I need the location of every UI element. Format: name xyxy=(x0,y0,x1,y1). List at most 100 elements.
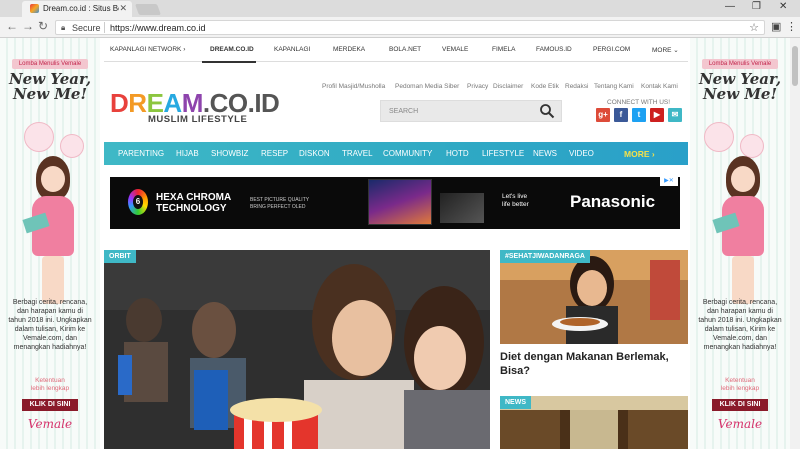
cinema-audience-image xyxy=(104,250,490,449)
network-nav-item[interactable]: MERDEKA xyxy=(333,46,365,53)
top-link[interactable]: Pedoman Media Siber xyxy=(395,83,459,90)
category-item[interactable]: NEWS xyxy=(533,149,557,158)
email-icon[interactable]: ✉ xyxy=(668,108,682,122)
ad-body-text: Berbagi cerita, rencana, dan harapan kam… xyxy=(698,299,782,351)
network-nav-item[interactable]: BOLA.NET xyxy=(389,46,421,53)
tab-title: Dream.co.id : Situs Berita xyxy=(43,4,119,13)
search-icon[interactable] xyxy=(539,103,555,119)
category-item[interactable]: HOTD xyxy=(446,149,469,158)
tv-image xyxy=(368,179,432,225)
browser-tab[interactable]: Dream.co.id : Situs Berita ✕ xyxy=(22,1,132,17)
logo-letter: R xyxy=(128,88,147,118)
network-nav-item[interactable]: FAMOUS.ID xyxy=(536,46,572,53)
reload-icon[interactable]: ↻ xyxy=(38,19,48,33)
article-card-image[interactable]: NEWS xyxy=(500,396,688,449)
article-title[interactable]: Diet dengan Makanan Berlemak, Bisa? xyxy=(500,350,688,378)
scrollbar-thumb[interactable] xyxy=(792,46,798,86)
minimize-icon[interactable]: — xyxy=(725,1,735,12)
top-link[interactable]: Privacy xyxy=(467,83,488,90)
youtube-icon[interactable]: ▶ xyxy=(650,108,664,122)
maximize-icon[interactable]: ❐ xyxy=(752,1,761,12)
six-color-badge-icon: 6 xyxy=(128,189,148,215)
category-item[interactable]: DISKON xyxy=(299,149,330,158)
ad-headline: New Year, New Me! xyxy=(698,70,782,103)
ad-cta-button[interactable]: KLIK DI SINI xyxy=(22,399,78,411)
ad-terms-link[interactable]: Ketentuan lebih lengkap xyxy=(8,377,92,393)
category-item[interactable]: VIDEO xyxy=(569,149,594,158)
article-card-image[interactable]: #SEHATJIWADANRAGA xyxy=(500,250,688,344)
category-item[interactable]: RESEP xyxy=(261,149,288,158)
network-nav-item[interactable]: FIMELA xyxy=(492,46,515,53)
url-text[interactable]: https://www.dream.co.id xyxy=(110,23,206,33)
side-ad-left[interactable]: Lomba Menulis Vemale New Year, New Me! B… xyxy=(0,38,100,449)
ad-terms-link[interactable]: Ketentuan lebih lengkap xyxy=(698,377,782,393)
google-plus-icon[interactable]: g+ xyxy=(596,108,610,122)
bookmark-star-icon[interactable]: ☆ xyxy=(749,21,759,34)
category-item[interactable]: HIJAB xyxy=(176,149,199,158)
bubble-icon xyxy=(60,134,84,158)
close-window-icon[interactable]: ✕ xyxy=(779,1,787,12)
top-link[interactable]: Kode Etik xyxy=(531,83,559,90)
banner-slogan: Let's live life better xyxy=(502,193,529,208)
twitter-icon[interactable]: t xyxy=(632,108,646,122)
card-category-tag[interactable]: NEWS xyxy=(500,396,531,409)
ad-contest-label: Lomba Menulis Vemale xyxy=(12,59,88,69)
site-tagline: MUSLIM LIFESTYLE xyxy=(148,114,248,125)
search-box xyxy=(380,100,562,122)
illustration-girl-icon xyxy=(712,156,772,306)
tv-side-image xyxy=(440,193,484,223)
ad-choices-icon[interactable]: ▶✕ xyxy=(660,177,678,186)
side-ad-right[interactable]: Lomba Menulis Vemale New Year, New Me! B… xyxy=(690,38,790,449)
bubble-icon xyxy=(740,134,764,158)
extension-icon[interactable]: ▣ xyxy=(771,20,781,33)
ad-cta-button[interactable]: KLIK DI SINI xyxy=(712,399,768,411)
network-nav-item[interactable]: KAPANLAGI NETWORK › xyxy=(110,46,185,53)
network-nav-more[interactable]: MORE ⌄ xyxy=(652,46,679,54)
lock-icon: 🔒︎ xyxy=(61,23,66,32)
network-nav-item[interactable]: KAPANLAGI xyxy=(274,46,310,53)
social-glyph: g+ xyxy=(598,110,608,119)
hero-article-image[interactable]: ORBIT xyxy=(104,250,490,449)
category-item[interactable]: TRAVEL xyxy=(342,149,373,158)
bubble-icon xyxy=(24,122,54,152)
panasonic-banner-ad[interactable]: 6 HEXA CHROMA TECHNOLOGY BEST PICTURE QU… xyxy=(110,177,680,229)
site-favicon-icon xyxy=(30,4,39,13)
top-link[interactable]: Redaksi xyxy=(565,83,588,90)
illustration-girl-icon xyxy=(22,156,82,306)
page-scrollbar[interactable] xyxy=(790,38,800,449)
network-nav-item[interactable]: DREAM.CO.ID xyxy=(210,46,254,53)
network-nav-item[interactable]: VEMALE xyxy=(442,46,468,53)
banner-headline: HEXA CHROMA TECHNOLOGY xyxy=(156,192,232,214)
facebook-icon[interactable]: f xyxy=(614,108,628,122)
category-item[interactable]: COMMUNITY xyxy=(383,149,432,158)
category-item[interactable]: SHOWBIZ xyxy=(211,149,248,158)
top-link[interactable]: Profil Masjid/Musholla xyxy=(322,83,385,90)
top-link[interactable]: Kontak Kami xyxy=(641,83,678,90)
search-input[interactable] xyxy=(381,101,531,121)
new-tab-button[interactable] xyxy=(134,4,162,15)
vemale-logo: Vemale xyxy=(27,417,73,431)
address-separator xyxy=(104,22,105,33)
top-link[interactable]: Disclaimer xyxy=(493,83,523,90)
social-glyph: t xyxy=(637,110,641,119)
forward-icon[interactable]: → xyxy=(22,19,34,33)
card-category-tag[interactable]: #SEHATJIWADANRAGA xyxy=(500,250,590,263)
category-item[interactable]: LIFESTYLE xyxy=(482,149,524,158)
back-icon[interactable]: ← xyxy=(6,19,18,33)
ad-body-text: Berbagi cerita, rencana, dan harapan kam… xyxy=(8,299,92,351)
social-glyph: ▶ xyxy=(653,110,661,119)
active-nav-underline xyxy=(202,61,256,63)
address-bar[interactable]: 🔒︎ Secure https://www.dream.co.id ☆ xyxy=(55,20,765,35)
top-link[interactable]: Tentang Kami xyxy=(594,83,634,90)
close-tab-icon[interactable]: ✕ xyxy=(119,3,127,14)
menu-icon[interactable]: ⋮ xyxy=(786,20,797,33)
category-more-button[interactable]: MORE › xyxy=(624,149,655,159)
category-item[interactable]: PARENTING xyxy=(118,149,164,158)
category-nav: PARENTING HIJAB SHOWBIZ RESEP DISKON TRA… xyxy=(104,142,688,165)
secure-label: Secure xyxy=(72,23,101,33)
hero-category-tag[interactable]: ORBIT xyxy=(104,250,136,263)
social-glyph: f xyxy=(619,110,623,119)
ad-contest-label: Lomba Menulis Vemale xyxy=(702,59,778,69)
bubble-icon xyxy=(704,122,734,152)
network-nav-item[interactable]: PERGI.COM xyxy=(593,46,630,53)
